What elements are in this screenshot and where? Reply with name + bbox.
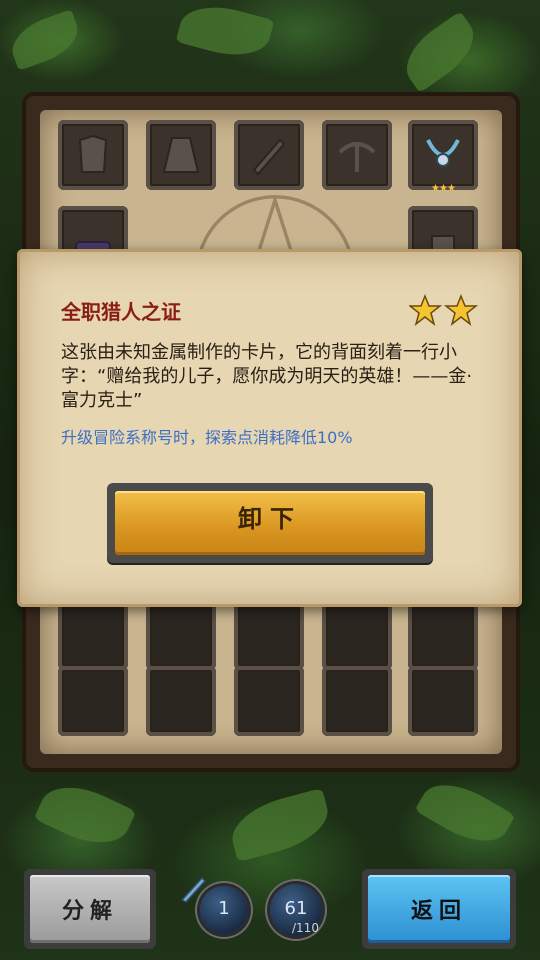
item-rarity-stars (409, 294, 479, 326)
orb-left-value: 1 (218, 898, 230, 919)
inventory-slot[interactable] (58, 666, 128, 736)
item-detail-dialog: 全职猎人之证 这张由未知金属制作的卡片，它的背面刻着一行小字：“赠给我的儿子，愿… (17, 249, 522, 607)
back-button[interactable]: 返回 (362, 869, 516, 949)
inventory-slot[interactable] (234, 666, 304, 736)
crossbow-icon (338, 142, 376, 172)
star-icon (443, 294, 479, 326)
cloak-icon (162, 137, 200, 173)
orb-right-max: /110 (292, 921, 319, 935)
split-button[interactable]: 分解 (24, 869, 156, 949)
resource-orb-left: 1 (200, 886, 248, 934)
inventory-slot[interactable] (146, 666, 216, 736)
armor-icon (78, 134, 108, 173)
equipment-slot-cloak[interactable] (146, 120, 216, 190)
inventory-slot[interactable] (408, 600, 478, 670)
split-button-label: 分解 (61, 899, 118, 924)
necklace-icon (426, 139, 460, 167)
unequip-button-label: 卸下 (238, 505, 302, 533)
star-icon (409, 294, 443, 326)
item-effect: 升级冒险系称号时，探索点消耗降低10% (61, 428, 353, 447)
inventory-slot[interactable] (322, 666, 392, 736)
equipment-slot-crossbow[interactable] (322, 120, 392, 190)
item-description: 这张由未知金属制作的卡片，它的背面刻着一行小字：“赠给我的儿子，愿你成为明天的英… (61, 342, 473, 411)
item-stars: ★★★ (431, 183, 456, 194)
equipment-slot-armor[interactable] (58, 120, 128, 190)
item-title: 全职猎人之证 (61, 300, 181, 324)
orb-right-value: 61 (284, 898, 308, 919)
equipment-slot-weapon[interactable] (234, 120, 304, 190)
inventory-slot[interactable] (408, 666, 478, 736)
inventory-slot[interactable] (146, 600, 216, 670)
sword-icon (252, 138, 286, 176)
unequip-button[interactable]: 卸下 (107, 483, 433, 563)
inventory-slot[interactable] (234, 600, 304, 670)
inventory-slot[interactable] (58, 600, 128, 670)
inventory-slot[interactable] (322, 600, 392, 670)
back-button-label: 返回 (410, 899, 467, 924)
equipment-slot-necklace[interactable]: ★★★ (408, 120, 478, 194)
